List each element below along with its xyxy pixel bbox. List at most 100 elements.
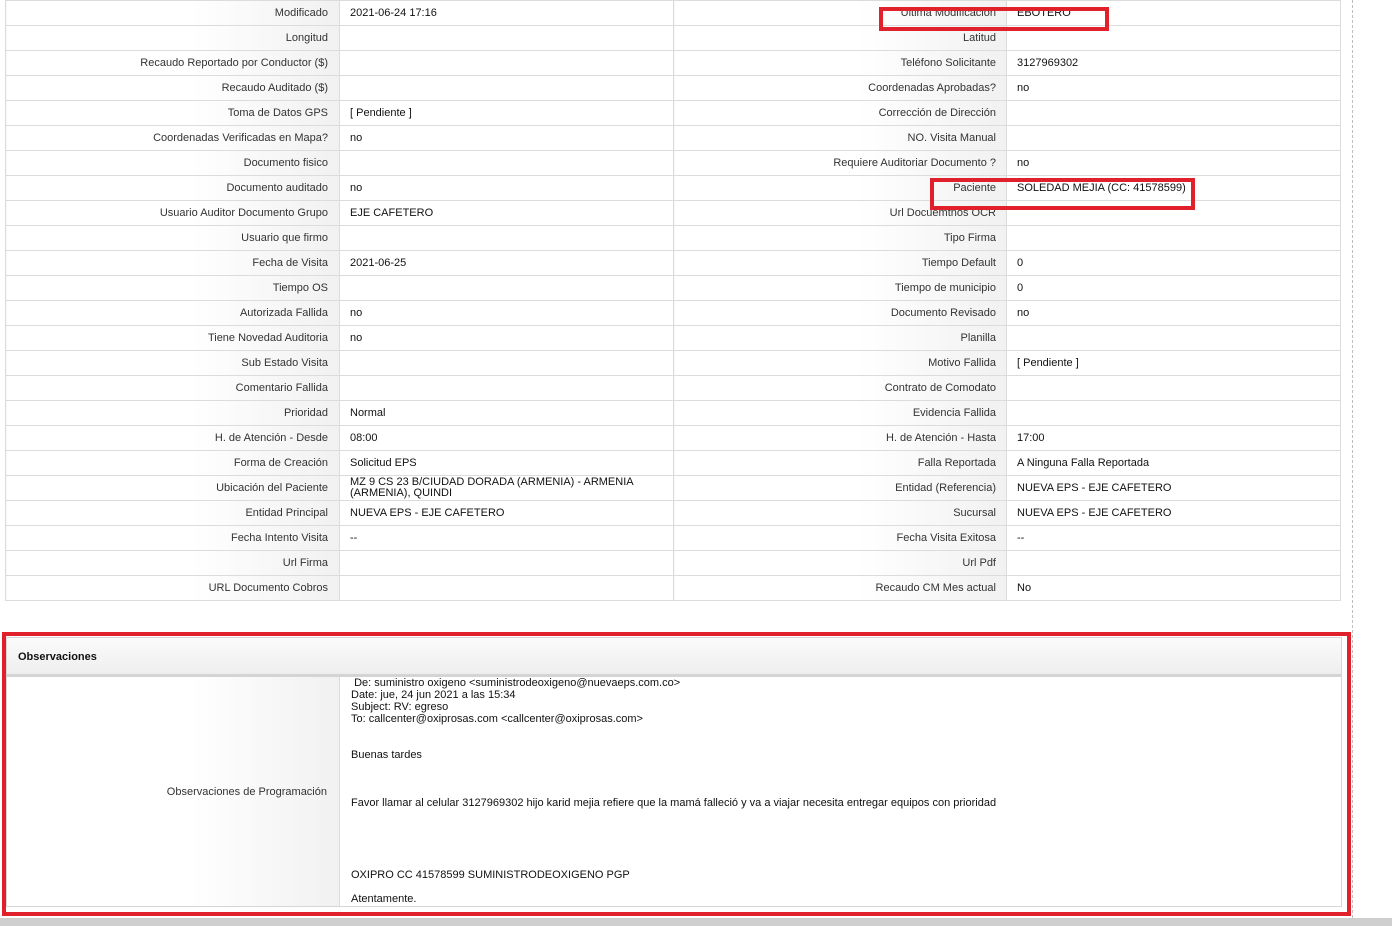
detail-row: Fecha de Visita 2021-06-25 Tiempo Default… bbox=[5, 250, 1341, 276]
field-label: Planilla bbox=[673, 325, 1007, 351]
field-value: [ Pendiente ] bbox=[339, 100, 674, 126]
field-value bbox=[339, 350, 674, 376]
detail-row: Recaudo Auditado ($) Coordenadas Aprobada… bbox=[5, 75, 1341, 101]
field-value: no bbox=[339, 325, 674, 351]
field-value: EJE CAFETERO bbox=[339, 200, 674, 226]
field-value: NUEVA EPS - EJE CAFETERO bbox=[1006, 500, 1341, 526]
field-value bbox=[1006, 25, 1341, 51]
field-label: Entidad Principal bbox=[5, 500, 340, 526]
field-label: Usuario que firmo bbox=[5, 225, 340, 251]
detail-row: Coordenadas Verificadas en Mapa? no NO. V… bbox=[5, 125, 1341, 151]
field-label: Documento fisico bbox=[5, 150, 340, 176]
field-value: 17:00 bbox=[1006, 425, 1341, 451]
field-label: Fecha Visita Exitosa bbox=[673, 525, 1007, 551]
field-value bbox=[1006, 375, 1341, 401]
field-value bbox=[339, 75, 674, 101]
field-label: Tipo Firma bbox=[673, 225, 1007, 251]
field-value: -- bbox=[339, 525, 674, 551]
detail-table-body: Modificado 2021-06-24 17:16 Ultima Modific… bbox=[5, 0, 1341, 601]
detail-row: Usuario que firmo Tipo Firma bbox=[5, 225, 1341, 251]
field-label: Fecha de Visita bbox=[5, 250, 340, 276]
observations-title: Observaciones bbox=[7, 638, 1341, 677]
observations-panel: Observaciones Observaciones de Programac… bbox=[6, 637, 1342, 907]
field-label: Url Docuemtnos OCR bbox=[673, 200, 1007, 226]
field-value: MZ 9 CS 23 B/CIUDAD DORADA (ARMENIA) - A… bbox=[339, 475, 674, 501]
field-value: Solicitud EPS bbox=[339, 450, 674, 476]
field-value: 3127969302 bbox=[1006, 50, 1341, 76]
field-label: Longitud bbox=[5, 25, 340, 51]
detail-row: Documento auditado no Paciente SOLEDAD MEJ… bbox=[5, 175, 1341, 201]
detail-row: Ubicación del Paciente MZ 9 CS 23 B/CIUDA… bbox=[5, 475, 1341, 501]
detail-row: Url Firma Url Pdf bbox=[5, 550, 1341, 576]
field-label: Paciente bbox=[673, 175, 1007, 201]
detail-row: Forma de Creación Solicitud EPS Falla Repo… bbox=[5, 450, 1341, 476]
observations-label-text: Observaciones de Programación bbox=[166, 785, 327, 798]
detail-row: Recaudo Reportado por Conductor ($) Teléf… bbox=[5, 50, 1341, 76]
field-value: 2021-06-25 bbox=[339, 250, 674, 276]
observations-text: De: suministro oxigeno <suministrodeoxig… bbox=[351, 677, 997, 905]
field-label: Recaudo Auditado ($) bbox=[5, 75, 340, 101]
field-label: Sub Estado Visita bbox=[5, 350, 340, 376]
field-value bbox=[339, 225, 674, 251]
field-value bbox=[1006, 325, 1341, 351]
field-label: Recaudo CM Mes actual bbox=[673, 575, 1007, 601]
field-label: Forma de Creación bbox=[5, 450, 340, 476]
visit-detail-table: Modificado 2021-06-24 17:16 Ultima Modific… bbox=[5, 0, 1341, 601]
detail-row: Prioridad Normal Evidencia Fallida bbox=[5, 400, 1341, 426]
field-value: no bbox=[1006, 150, 1341, 176]
detail-row: Comentario Fallida Contrato de Comodato bbox=[5, 375, 1341, 401]
field-label: Tiene Novedad Auditoria bbox=[5, 325, 340, 351]
detail-row: Fecha Intento Visita -- Fecha Visita Exit… bbox=[5, 525, 1341, 551]
field-value: 08:00 bbox=[339, 425, 674, 451]
field-value bbox=[339, 50, 674, 76]
field-value: [ Pendiente ] bbox=[1006, 350, 1341, 376]
field-value bbox=[1006, 400, 1341, 426]
field-label: URL Documento Cobros bbox=[5, 575, 340, 601]
field-value bbox=[339, 275, 674, 301]
detail-row: Entidad Principal NUEVA EPS - EJE CAFETER… bbox=[5, 500, 1341, 526]
field-label: Url Firma bbox=[5, 550, 340, 576]
field-label: Tiempo Default bbox=[673, 250, 1007, 276]
field-value: 2021-06-24 17:16 bbox=[339, 0, 674, 26]
field-label: Modificado bbox=[5, 0, 340, 26]
field-label: Teléfono Solicitante bbox=[673, 50, 1007, 76]
observations-body: Observaciones de Programación De: sumini… bbox=[7, 677, 1341, 906]
field-label: Motivo Fallida bbox=[673, 350, 1007, 376]
detail-row: Documento fisico Requiere Auditoriar Docu… bbox=[5, 150, 1341, 176]
detail-row: Longitud Latitud bbox=[5, 25, 1341, 51]
field-label: Coordenadas Aprobadas? bbox=[673, 75, 1007, 101]
field-value bbox=[339, 375, 674, 401]
field-label: Autorizada Fallida bbox=[5, 300, 340, 326]
field-label: Corrección de Dirección bbox=[673, 100, 1007, 126]
field-label: Ultima Modificación bbox=[673, 0, 1007, 26]
field-label: Prioridad bbox=[5, 400, 340, 426]
detail-row: Usuario Auditor Documento Grupo EJE CAFET… bbox=[5, 200, 1341, 226]
detail-row: URL Documento Cobros Recaudo CM Mes actua… bbox=[5, 575, 1341, 601]
field-value: no bbox=[339, 125, 674, 151]
field-value bbox=[1006, 100, 1341, 126]
field-value: NUEVA EPS - EJE CAFETERO bbox=[339, 500, 674, 526]
field-value: NUEVA EPS - EJE CAFETERO bbox=[1006, 475, 1341, 501]
field-value: no bbox=[1006, 75, 1341, 101]
observations-label: Observaciones de Programación bbox=[7, 677, 340, 906]
detail-row: Toma de Datos GPS[ Pendiente ] Corrección… bbox=[5, 100, 1341, 126]
field-value bbox=[1006, 225, 1341, 251]
detail-row: Tiene Novedad Auditoria no Planilla bbox=[5, 325, 1341, 351]
field-value: no bbox=[1006, 300, 1341, 326]
detail-row: Tiempo OS Tiempo de municipio 0 bbox=[5, 275, 1341, 301]
horizontal-scrollbar[interactable] bbox=[0, 918, 1392, 926]
field-value: Normal bbox=[339, 400, 674, 426]
field-label: Coordenadas Verificadas en Mapa? bbox=[5, 125, 340, 151]
detail-row: H. de Atención - Desde 08:00 H. de Atenció… bbox=[5, 425, 1341, 451]
field-label: Entidad (Referencia) bbox=[673, 475, 1007, 501]
field-value: 0 bbox=[1006, 250, 1341, 276]
field-label: Requiere Auditoriar Documento ? bbox=[673, 150, 1007, 176]
detail-row: Modificado 2021-06-24 17:16 Ultima Modific… bbox=[5, 0, 1341, 26]
field-value: EBOTERO bbox=[1006, 0, 1341, 26]
field-label: Documento auditado bbox=[5, 175, 340, 201]
field-label: Ubicación del Paciente bbox=[5, 475, 340, 501]
field-label: Tiempo OS bbox=[5, 275, 340, 301]
field-value bbox=[1006, 550, 1341, 576]
field-value: no bbox=[339, 175, 674, 201]
field-value bbox=[1006, 125, 1341, 151]
